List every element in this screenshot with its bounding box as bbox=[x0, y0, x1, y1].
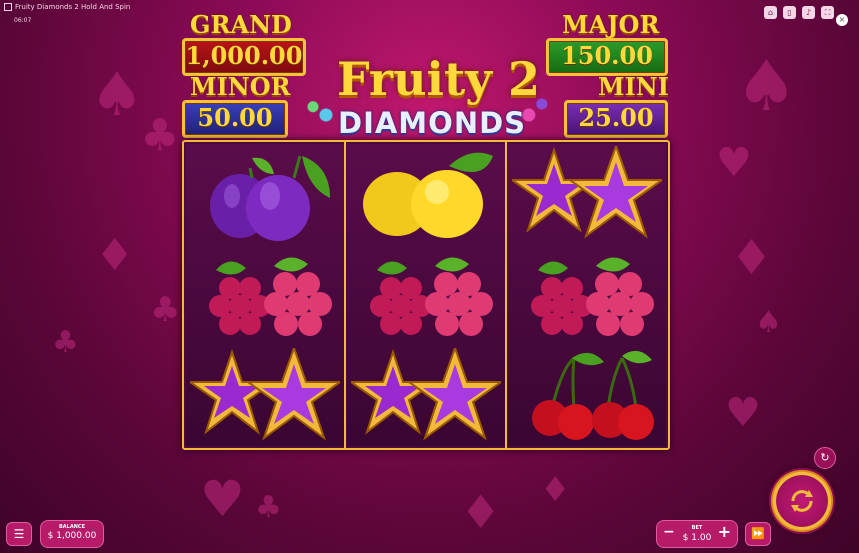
jackpot-minor-label: MINOR bbox=[190, 72, 291, 101]
bg-club-icon: ♣ bbox=[255, 490, 282, 525]
turbo-button[interactable]: ⏩ bbox=[745, 522, 771, 546]
plum-symbol bbox=[210, 155, 330, 241]
grapes-symbol bbox=[209, 257, 332, 336]
bg-spade-icon: ♠ bbox=[735, 45, 798, 127]
bg-heart-icon: ♥ bbox=[716, 140, 752, 186]
volume-icon[interactable]: ♪ bbox=[802, 6, 815, 19]
window-title: Fruity Diamonds 2 Hold And Spin bbox=[4, 3, 130, 11]
bg-spade-icon: ♠ bbox=[755, 305, 782, 340]
spin-icon bbox=[791, 490, 813, 512]
reel-grid bbox=[182, 140, 670, 450]
spin-button[interactable] bbox=[769, 468, 835, 534]
star-symbol bbox=[512, 146, 662, 239]
jackpot-grand-label: GRAND bbox=[190, 10, 292, 39]
bg-diamond-icon: ♦ bbox=[95, 230, 135, 281]
reel-1 bbox=[186, 144, 344, 446]
bet-control: − BET $ 1.00 + bbox=[656, 520, 738, 548]
bg-club-icon: ♣ bbox=[150, 290, 181, 330]
grapes-symbol bbox=[531, 257, 654, 336]
jackpot-mini-label: MINI bbox=[598, 72, 669, 101]
bg-club-icon: ♣ bbox=[52, 325, 79, 360]
bg-heart-icon: ♥ bbox=[725, 390, 761, 436]
clock: 06:07 bbox=[14, 17, 32, 24]
jackpot-grand-value: 1,000.00 bbox=[182, 38, 306, 76]
autoplay-icon: ↻ bbox=[820, 451, 830, 464]
star-symbol bbox=[190, 348, 340, 441]
logo-subtitle: DIAMONDS bbox=[338, 106, 527, 140]
grapes-symbol bbox=[370, 257, 493, 336]
fast-forward-icon: ⏩ bbox=[751, 527, 765, 540]
bg-diamond-icon: ♦ bbox=[540, 470, 571, 510]
lemon-symbol bbox=[363, 152, 493, 238]
book-icon[interactable]: ▯ bbox=[783, 6, 796, 19]
bg-diamond-icon: ♦ bbox=[730, 230, 774, 286]
menu-button[interactable]: ☰ bbox=[6, 522, 32, 546]
home-icon[interactable]: ⌂ bbox=[764, 6, 777, 19]
jackpot-mini-value: 25.00 bbox=[564, 100, 668, 138]
bg-spade-icon: ♠ bbox=[90, 60, 144, 130]
star-symbol bbox=[351, 348, 501, 441]
bet-increase-button[interactable]: + bbox=[718, 522, 731, 541]
jackpot-minor-value: 50.00 bbox=[182, 100, 288, 138]
favicon-icon bbox=[4, 3, 12, 11]
reel-divider bbox=[344, 142, 346, 448]
hamburger-icon: ☰ bbox=[13, 527, 25, 541]
jackpot-major-label: MAJOR bbox=[562, 10, 660, 39]
balance-label: BALANCE bbox=[58, 524, 85, 530]
fullscreen-icon[interactable]: ⛶ bbox=[821, 6, 834, 19]
reel-divider bbox=[505, 142, 507, 448]
cherry-symbol bbox=[532, 350, 654, 440]
autoplay-button[interactable]: ↻ bbox=[814, 447, 836, 469]
reel-3 bbox=[508, 144, 666, 446]
close-icon[interactable]: × bbox=[836, 14, 848, 26]
window-title-text: Fruity Diamonds 2 Hold And Spin bbox=[15, 3, 131, 11]
reel-2 bbox=[347, 144, 505, 446]
jackpot-major-value: 150.00 bbox=[546, 38, 668, 76]
balance-value: $ 1,000.00 bbox=[47, 531, 97, 541]
bg-club-icon: ♣ bbox=[140, 110, 180, 161]
bg-heart-icon: ♥ bbox=[200, 470, 245, 528]
bg-diamond-icon: ♦ bbox=[460, 485, 502, 539]
logo-title: Fruity 2 bbox=[337, 52, 541, 106]
balance-display: BALANCE $ 1,000.00 bbox=[40, 520, 104, 548]
